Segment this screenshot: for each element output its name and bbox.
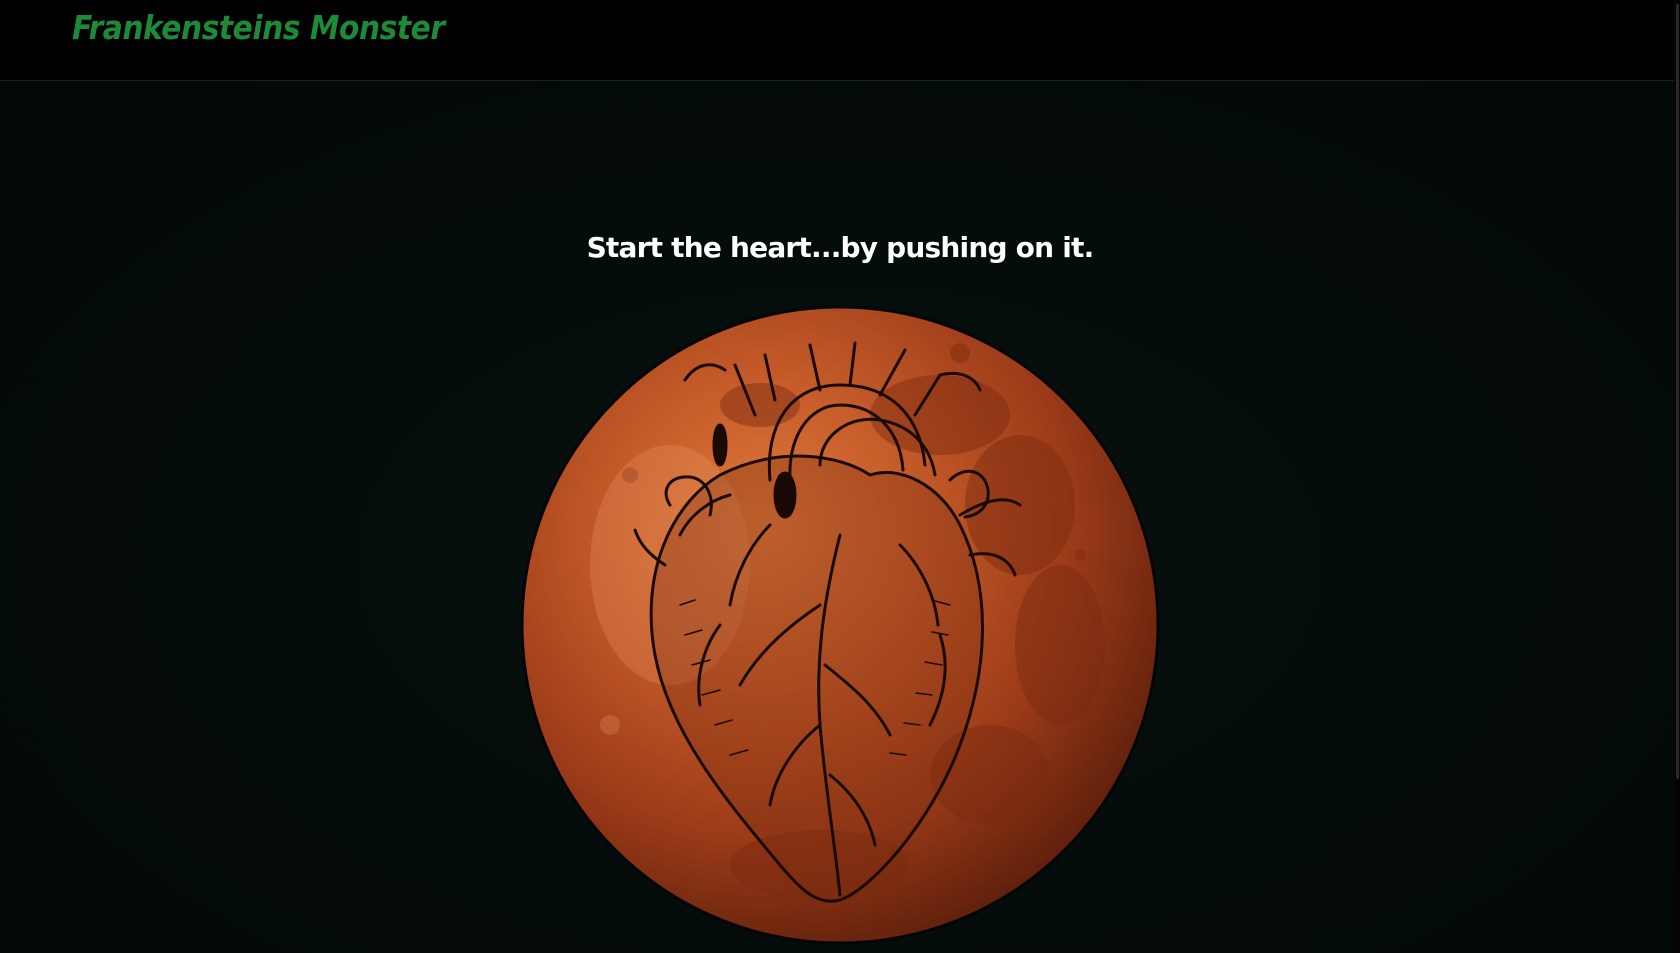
top-navbar: Frankensteins Monster xyxy=(0,0,1680,81)
vertical-scrollbar[interactable] xyxy=(1674,0,1680,953)
brand-title-link[interactable]: Frankensteins Monster xyxy=(72,8,445,47)
heart-moon-button[interactable] xyxy=(510,295,1170,953)
scrollbar-thumb[interactable] xyxy=(1676,4,1679,779)
blood-moon-heart-icon xyxy=(510,295,1170,953)
instruction-heading: Start the heart...by pushing on it. xyxy=(586,231,1095,264)
